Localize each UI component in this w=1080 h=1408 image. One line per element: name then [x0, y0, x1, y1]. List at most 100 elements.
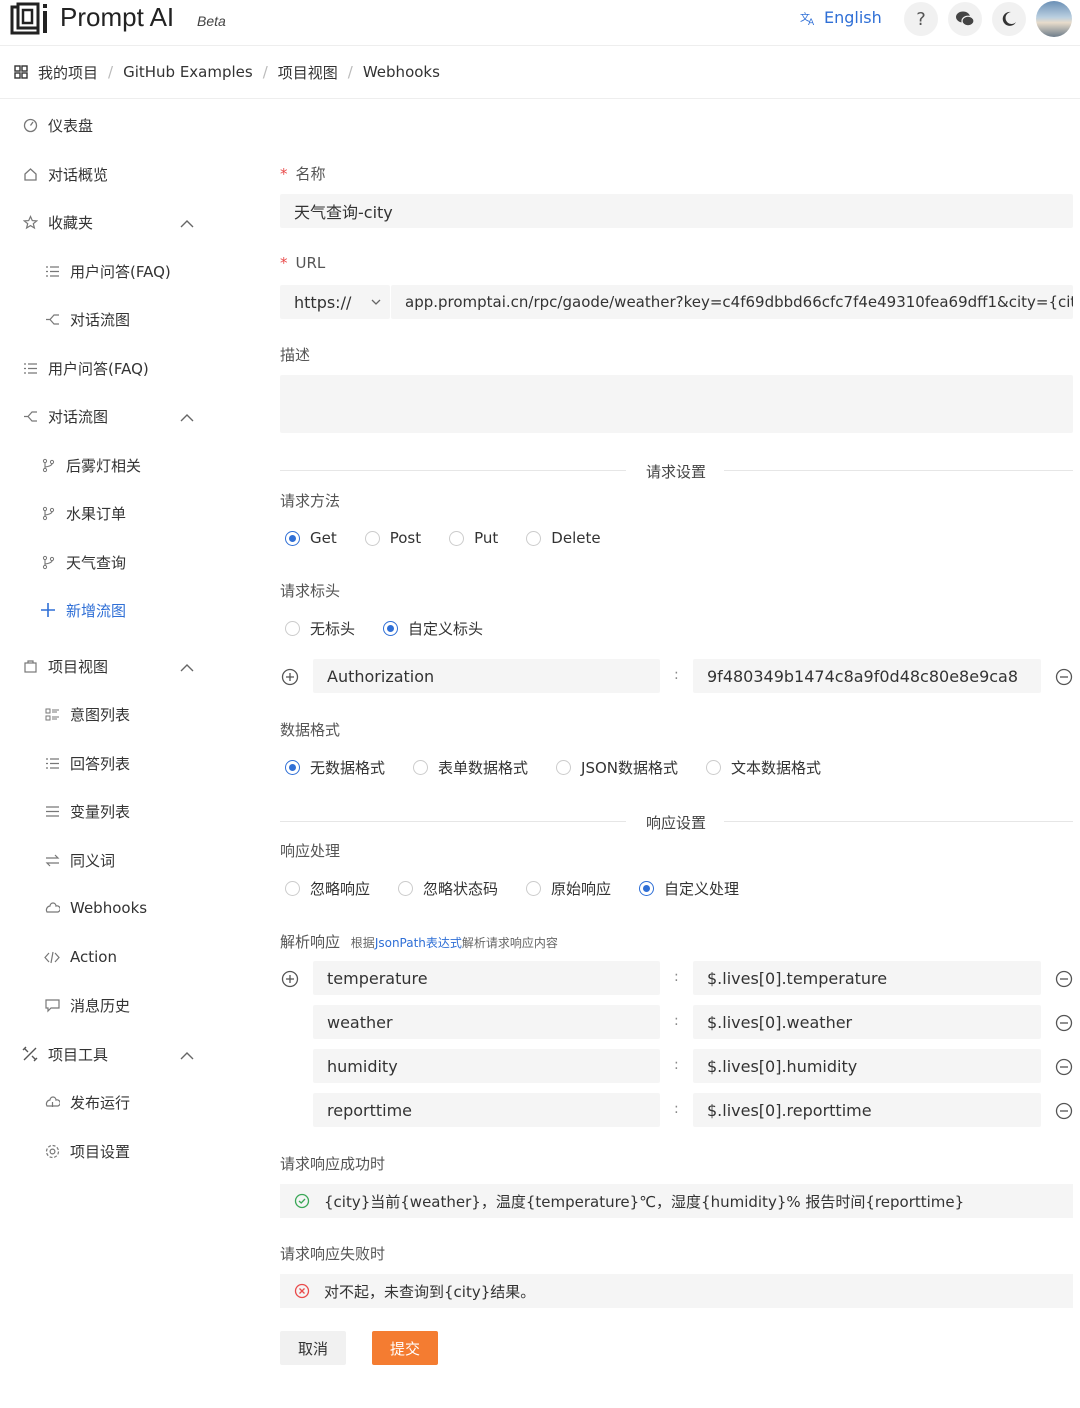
colon-separator: :: [674, 1101, 679, 1117]
sidebar-item-answer-list[interactable]: 回答列表: [44, 749, 130, 777]
sidebar-item-conversation-overview[interactable]: 对话概览: [22, 160, 108, 188]
radio-delete[interactable]: Delete: [526, 529, 601, 547]
sidebar-item-label: 对话流图: [70, 310, 131, 329]
chevron-up-icon[interactable]: [180, 1051, 194, 1061]
parse-key-input[interactable]: reporttime: [313, 1093, 660, 1127]
radio-post[interactable]: Post: [364, 529, 421, 547]
breadcrumb-separator: /: [108, 63, 114, 81]
remove-parse-row-icon[interactable]: [1055, 1014, 1073, 1032]
jsonpath-link[interactable]: JsonPath表达式: [375, 936, 462, 950]
radio-json-format[interactable]: JSON数据格式: [556, 757, 678, 778]
radio-ignore-status[interactable]: 忽略状态码: [398, 878, 498, 899]
add-parse-row-icon[interactable]: [281, 970, 299, 988]
sidebar-item-flow-weather[interactable]: 天气查询: [40, 548, 126, 576]
parse-key-input[interactable]: temperature: [313, 961, 660, 995]
chevron-up-icon[interactable]: [180, 663, 194, 673]
chevron-down-icon: [371, 299, 381, 305]
success-message-input[interactable]: {city}当前{weather}，温度{temperature}℃，湿度{hu…: [280, 1184, 1073, 1218]
list-icon: [44, 263, 60, 279]
settings-icon: [44, 1143, 60, 1159]
sidebar-item-label: 仪表盘: [48, 116, 94, 135]
breadcrumb-project-view[interactable]: 项目视图: [278, 62, 338, 83]
sidebar-item-flow-fruit-order[interactable]: 水果订单: [40, 499, 126, 527]
parse-path-input[interactable]: $.lives[0].weather: [693, 1005, 1041, 1039]
tools-icon: [22, 1046, 38, 1062]
sidebar-item-intent-list[interactable]: 意图列表: [44, 700, 130, 728]
plus-icon: [40, 602, 56, 618]
colon-separator: :: [674, 969, 679, 985]
radio-put[interactable]: Put: [449, 529, 498, 547]
sidebar-item-project-tools[interactable]: 项目工具: [22, 1040, 108, 1068]
help-button[interactable]: ?: [904, 2, 938, 36]
sidebar-item-project-settings[interactable]: 项目设置: [44, 1137, 130, 1165]
sidebar-item-label: 后雾灯相关: [66, 456, 142, 475]
description-label: 描述: [280, 346, 311, 364]
sidebar-item-faq[interactable]: 用户问答(FAQ): [22, 354, 149, 382]
star-icon: [22, 214, 38, 230]
sidebar-item-deploy[interactable]: 发布运行: [44, 1088, 130, 1116]
parse-key-input[interactable]: humidity: [313, 1049, 660, 1083]
cancel-button[interactable]: 取消: [280, 1331, 346, 1365]
fail-message-input[interactable]: 对不起，未查询到{city}结果。: [280, 1274, 1073, 1308]
sidebar-item-project-view[interactable]: 项目视图: [22, 652, 108, 680]
header-key-input[interactable]: Authorization: [313, 659, 660, 693]
sidebar-item-fav-flow[interactable]: 对话流图: [44, 305, 130, 333]
chevron-up-icon[interactable]: [180, 219, 194, 229]
description-textarea[interactable]: [280, 375, 1073, 433]
url-protocol-value: https://: [294, 292, 352, 312]
sidebar-item-message-history[interactable]: 消息历史: [44, 991, 130, 1019]
sidebar-item-variable-list[interactable]: 变量列表: [44, 797, 130, 825]
top-header: Prompt AI Beta 文 A English ?: [0, 0, 1080, 46]
breadcrumb-my-projects[interactable]: 我的项目: [38, 62, 98, 83]
radio-form-format[interactable]: 表单数据格式: [413, 757, 528, 778]
radio-custom-handling[interactable]: 自定义处理: [639, 878, 739, 899]
parse-path-input[interactable]: $.lives[0].temperature: [693, 961, 1041, 995]
sidebar-item-favorites[interactable]: 收藏夹: [22, 208, 93, 236]
radio-no-header[interactable]: 无标头: [285, 618, 355, 639]
remove-parse-row-icon[interactable]: [1055, 970, 1073, 988]
breadcrumb-github-examples[interactable]: GitHub Examples: [123, 63, 253, 81]
sidebar-item-label: 用户问答(FAQ): [48, 359, 149, 378]
parse-path-input[interactable]: $.lives[0].reporttime: [693, 1093, 1041, 1127]
theme-toggle-button[interactable]: [992, 2, 1026, 36]
sidebar-item-action[interactable]: Action: [44, 943, 117, 971]
radio-no-format[interactable]: 无数据格式: [285, 757, 385, 778]
chevron-up-icon[interactable]: [180, 413, 194, 423]
sidebar-item-fav-faq[interactable]: 用户问答(FAQ): [44, 257, 171, 285]
sidebar-item-webhooks[interactable]: Webhooks: [44, 894, 147, 922]
header-value-input[interactable]: 9f480349b1474c8a9f0d48c80e8e9ca8: [693, 659, 1041, 693]
user-avatar[interactable]: [1036, 1, 1072, 37]
sidebar-item-add-flow[interactable]: 新增流图: [40, 596, 126, 624]
submit-button[interactable]: 提交: [372, 1331, 438, 1365]
message-icon: [44, 997, 60, 1013]
sidebar-item-synonyms[interactable]: 同义词: [44, 846, 115, 874]
sidebar-item-label: 项目工具: [48, 1045, 109, 1064]
radio-custom-header[interactable]: 自定义标头: [383, 618, 483, 639]
variable-icon: [44, 803, 60, 819]
breadcrumb-webhooks: Webhooks: [362, 63, 440, 81]
prompt-ai-logo[interactable]: [10, 2, 50, 36]
language-switch[interactable]: 文 A English: [800, 8, 882, 27]
remove-parse-row-icon[interactable]: [1055, 1058, 1073, 1076]
breadcrumb: 我的项目 / GitHub Examples / 项目视图 / Webhooks: [14, 60, 440, 84]
svg-text:A: A: [808, 18, 815, 26]
sidebar-item-label: 消息历史: [70, 996, 131, 1015]
radio-raw-response[interactable]: 原始响应: [526, 878, 611, 899]
sidebar-item-dashboard[interactable]: 仪表盘: [22, 111, 93, 139]
radio-text-format[interactable]: 文本数据格式: [706, 757, 821, 778]
add-header-icon[interactable]: [281, 668, 299, 686]
name-input[interactable]: 天气查询-city: [280, 194, 1073, 228]
url-protocol-select[interactable]: https://: [280, 285, 390, 319]
wechat-button[interactable]: [948, 2, 982, 36]
sidebar-item-label: 对话流图: [48, 407, 109, 426]
parse-key-input[interactable]: weather: [313, 1005, 660, 1039]
parse-path-input[interactable]: $.lives[0].humidity: [693, 1049, 1041, 1083]
remove-header-icon[interactable]: [1055, 668, 1073, 686]
remove-parse-row-icon[interactable]: [1055, 1102, 1073, 1120]
url-input[interactable]: app.promptai.cn/rpc/gaode/weather?key=c4…: [391, 285, 1073, 319]
radio-ignore-response[interactable]: 忽略响应: [285, 878, 370, 899]
sidebar-item-flow-fog-light[interactable]: 后雾灯相关: [40, 451, 141, 479]
sidebar-item-flow[interactable]: 对话流图: [22, 402, 108, 430]
radio-get[interactable]: Get: [285, 529, 337, 547]
sidebar-item-label: 对话概览: [48, 165, 109, 184]
